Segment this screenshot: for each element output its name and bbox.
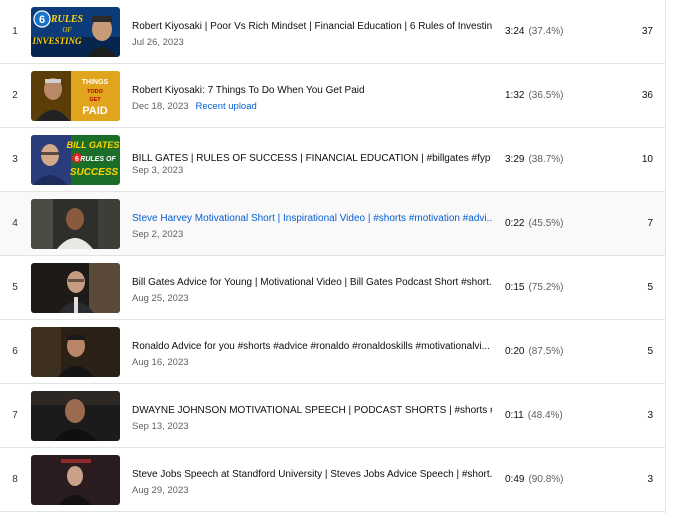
average-view-duration: 0:11 (48.4%) [505,384,563,448]
table-row[interactable]: 2 THINGS TODO GET PAID Robert Kiyosaki: … [0,64,665,128]
views-count: 37 [641,26,653,37]
video-title[interactable]: Bill Gates Advice for Young | Motivation… [132,277,492,288]
video-thumbnail[interactable]: 6 RULES OF INVESTING [31,7,120,57]
views-count: 36 [641,90,653,101]
date-text: Dec 18, 2023 [132,101,189,112]
rank-number: 5 [12,282,18,293]
video-title[interactable]: BILL GATES | RULES OF SUCCESS | FINANCIA… [132,149,492,164]
svg-text:6: 6 [39,14,45,26]
average-view-duration: 1:32 (36.5%) [505,64,563,128]
date-text: Aug 16, 2023 [132,357,189,368]
views-count: 5 [647,346,653,357]
duration-value: 0:22 [505,218,525,229]
table-row[interactable]: 5 Bill Gates Advice for Young | Motivati… [0,256,665,320]
date-text: Jul 26, 2023 [132,37,184,48]
average-view-duration: 3:29 (38.7%) [505,128,563,192]
svg-text:THINGS: THINGS [82,79,109,86]
average-view-duration: 0:49 (90.8%) [505,448,563,512]
rank-number: 8 [12,474,18,485]
views-count: 3 [647,410,653,421]
video-thumbnail[interactable]: BILL GATES 6 RULES OF SUCCESS [31,135,120,185]
duration-percent: (87.5%) [528,346,564,357]
svg-text:GET: GET [89,97,101,103]
svg-text:6: 6 [75,156,79,163]
video-thumbnail[interactable] [31,455,120,505]
svg-text:SUCCESS: SUCCESS [70,167,119,178]
upload-date: Aug 16, 2023 [132,357,189,368]
date-text: Sep 3, 2023 [132,165,184,176]
duration-value: 0:11 [505,410,524,421]
duration-percent: (45.5%) [528,218,564,229]
table-row[interactable]: 6 Ronaldo Advice for you #shorts #advice… [0,320,665,384]
video-thumbnail[interactable] [31,199,120,249]
table-row[interactable]: 8 Steve Jobs Speech at Standford Univers… [0,448,665,512]
average-view-duration: 0:15 (75.2%) [505,256,563,320]
upload-date: Jul 26, 2023 [132,37,184,48]
rank-number: 4 [12,218,18,229]
duration-percent: (75.2%) [528,282,564,293]
upload-date: Sep 13, 2023 [132,421,189,432]
rank-number: 1 [12,26,18,37]
video-title[interactable]: Robert Kiyosaki: 7 Things To Do When You… [132,85,492,96]
date-text: Sep 13, 2023 [132,421,189,432]
duration-value: 0:20 [505,346,525,357]
rank-number: 2 [12,90,18,101]
date-text: Sep 2, 2023 [132,229,184,240]
video-title[interactable]: Robert Kiyosaki | Poor Vs Rich Mindset |… [132,21,492,32]
duration-percent: (37.4%) [528,26,564,37]
upload-date: Sep 2, 2023 [132,229,183,240]
date-text: Aug 29, 2023 [132,485,189,496]
svg-text:TODO: TODO [87,89,104,95]
video-title[interactable]: DWAYNE JOHNSON MOTIVATIONAL SPEECH | POD… [132,405,492,416]
upload-date: Aug 29, 2023 [132,485,189,496]
video-title[interactable]: Steve Jobs Speech at Standford Universit… [132,469,492,480]
average-view-duration: 3:24 (37.4%) [505,0,563,64]
video-title[interactable]: Steve Harvey Motivational Short | Inspir… [132,213,492,224]
video-thumbnail[interactable] [31,327,120,377]
rank-number: 6 [12,346,18,357]
upload-date: Sep 3, 2023 [132,165,183,176]
rank-number: 3 [12,154,18,165]
svg-text:OF: OF [62,26,72,34]
average-view-duration: 0:20 (87.5%) [505,320,563,384]
duration-percent: (36.5%) [528,90,564,101]
svg-text:RULES: RULES [50,14,84,25]
rank-number: 7 [12,410,18,421]
duration-value: 0:49 [505,474,525,485]
duration-value: 0:15 [505,282,525,293]
svg-text:BILL GATES: BILL GATES [67,140,120,150]
svg-text:PAID: PAID [82,105,108,117]
duration-percent: (38.7%) [528,154,564,165]
top-content-table: 1 6 RULES OF INVESTING Robert Kiyosaki |… [0,0,666,514]
views-count: 3 [647,474,653,485]
table-row[interactable]: 4 Steve Harvey Motivational Short | Insp… [0,192,665,256]
views-count: 7 [647,218,653,229]
video-thumbnail[interactable]: THINGS TODO GET PAID [31,71,120,121]
video-title[interactable]: Ronaldo Advice for you #shorts #advice #… [132,341,492,352]
video-thumbnail[interactable] [31,391,120,441]
views-count: 5 [647,282,653,293]
table-row[interactable]: 7 DWAYNE JOHNSON MOTIVATIONAL SPEECH | P… [0,384,665,448]
upload-date: Aug 25, 2023 [132,293,189,304]
date-text: Aug 25, 2023 [132,293,189,304]
average-view-duration: 0:22 (45.5%) [505,192,563,256]
table-row[interactable]: 3 BILL GATES 6 RULES OF SUCCESS BILL GAT… [0,128,665,192]
duration-percent: (90.8%) [528,474,564,485]
svg-text:INVESTING: INVESTING [31,36,82,46]
views-count: 10 [641,154,653,165]
video-thumbnail[interactable] [31,263,120,313]
recent-upload-badge: Recent upload [195,101,257,112]
upload-date: Dec 18, 2023 Recent upload [132,101,257,112]
duration-value: 3:29 [505,154,525,165]
duration-value: 3:24 [505,26,525,37]
svg-text:RULES OF: RULES OF [80,156,116,163]
duration-value: 1:32 [505,90,525,101]
table-row[interactable]: 1 6 RULES OF INVESTING Robert Kiyosaki |… [0,0,665,64]
duration-percent: (48.4%) [527,410,563,421]
